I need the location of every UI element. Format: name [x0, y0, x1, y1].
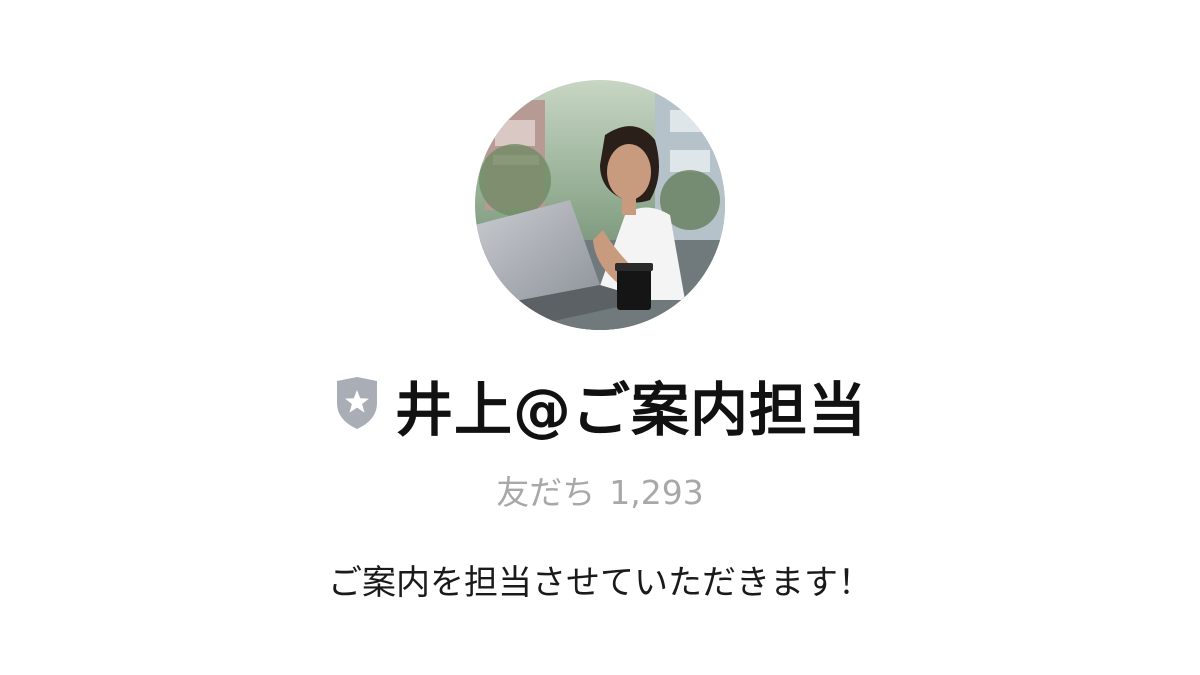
status-message: ご案内を担当させていただきます！ [328, 563, 872, 603]
friends-label: 友だち [496, 473, 596, 512]
profile-photo [475, 80, 725, 330]
profile-avatar[interactable] [475, 80, 725, 330]
friends-count-row[interactable]: 友だち 1,293 [0, 468, 1200, 518]
account-name: 井上@ご案内担当 [394, 376, 867, 444]
profile-page: 井上@ご案内担当 友だち 1,293 ご案内を担当させていただきます！ [0, 0, 1200, 675]
shield-star-icon [333, 375, 381, 431]
friends-count: 1,293 [609, 473, 704, 512]
account-name-row: 井上@ご案内担当 [0, 370, 1200, 450]
